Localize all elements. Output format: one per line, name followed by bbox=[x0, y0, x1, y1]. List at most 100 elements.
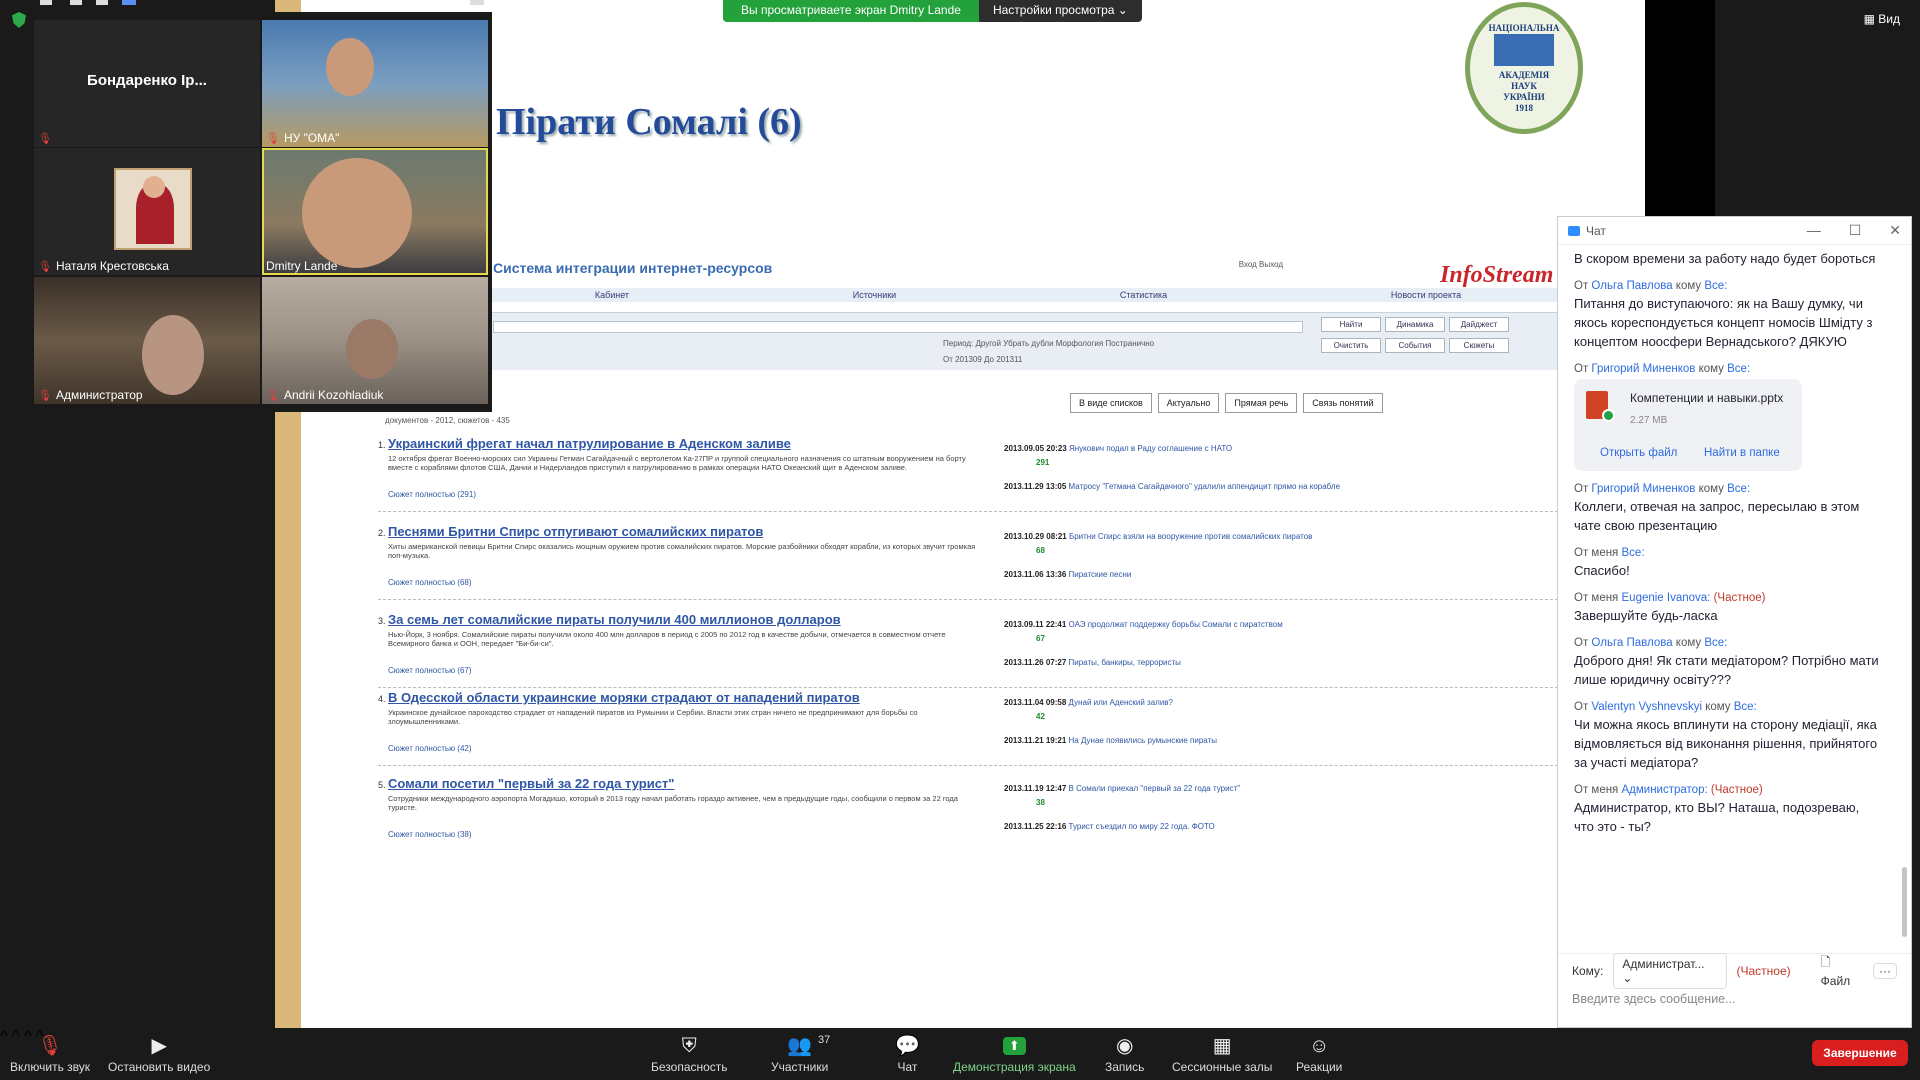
gallery-view-icon[interactable] bbox=[122, 0, 136, 5]
event-text: Янукович подал в Раду соглашение с НАТО bbox=[1068, 444, 1233, 453]
article-number: 2. bbox=[378, 528, 386, 538]
encryption-shield-icon[interactable] bbox=[12, 12, 26, 28]
event-date: 2013.11.06 13:36 bbox=[1004, 570, 1067, 579]
to-prefix: кому bbox=[1675, 637, 1702, 649]
file-icon: 🗋 bbox=[1820, 955, 1831, 969]
article-count: 67 bbox=[1036, 634, 1045, 643]
message-text: Доброго дня! Як стати медіатором? Потріб… bbox=[1574, 653, 1879, 687]
article-body: Сотрудники международного аэропорта Мога… bbox=[388, 794, 958, 812]
to-prefix: кому bbox=[1698, 363, 1724, 375]
record-label: Запись bbox=[1105, 1060, 1145, 1074]
muted-mic-icon: 🎙 bbox=[38, 260, 52, 273]
message-sender: От меня Все: bbox=[1574, 547, 1881, 559]
chat-message: От Ольга Павлова кому Все: Питання до ви… bbox=[1574, 280, 1881, 351]
show-in-folder-link[interactable]: Найти в папке bbox=[1704, 447, 1780, 459]
logo-line: НАЦІОНАЛЬНА bbox=[1488, 22, 1560, 33]
recipient-name[interactable]: Все: bbox=[1622, 547, 1645, 559]
from-prefix: От bbox=[1574, 280, 1589, 292]
message-sender: От меня Администратор: (Частное) bbox=[1574, 784, 1881, 796]
view-options-button[interactable]: Настройки просмотра ⌄ bbox=[978, 0, 1142, 22]
news-article: 5. Сомали посетил "первый за 22 года тур… bbox=[378, 776, 1558, 852]
from-prefix: От меня bbox=[1574, 547, 1619, 559]
participant-tile[interactable]: 🎙 НУ "ОМА" bbox=[262, 20, 488, 147]
article-body: Украинское дунайское пароходство страдае… bbox=[388, 708, 918, 726]
event-date: 2013.11.04 09:58 bbox=[1004, 698, 1067, 707]
article-more-link: Сюжет полностью (38) bbox=[388, 830, 472, 839]
sender-name[interactable]: Valentyn Vyshnevskyi bbox=[1591, 701, 1702, 713]
message-sender: От Григорий Миненков кому Все: bbox=[1574, 363, 1881, 375]
participant-label: Dmitry Lande bbox=[266, 259, 337, 273]
article-more-link: Сюжет полностью (42) bbox=[388, 744, 472, 753]
recipient-name[interactable]: Все: bbox=[1704, 637, 1727, 649]
search-button: Дайджест bbox=[1449, 317, 1509, 332]
news-article: 4. В Одесской области украинские моряки … bbox=[378, 690, 1558, 766]
layout-icon[interactable] bbox=[70, 0, 82, 5]
participant-tile[interactable]: Бондаренко Ір... 🎙 bbox=[34, 20, 260, 147]
participant-tile-active-speaker[interactable]: Dmitry Lande bbox=[262, 148, 488, 275]
recipient-name[interactable]: Eugenie Ivanova: bbox=[1622, 592, 1711, 604]
article-title: В Одесской области украинские моряки стр… bbox=[388, 690, 860, 705]
event-date: 2013.09.11 22:41 bbox=[1004, 620, 1067, 629]
security-button[interactable]: ⛨ Безопасность bbox=[651, 1032, 728, 1074]
end-meeting-button[interactable]: Завершение bbox=[1812, 1040, 1908, 1066]
recipient-name[interactable]: Все: bbox=[1734, 701, 1757, 713]
recipient-name[interactable]: Все: bbox=[1704, 280, 1727, 292]
message-sender: От меня Eugenie Ivanova: (Частное) bbox=[1574, 592, 1881, 604]
slide-title: Пірати Сомалі (6) bbox=[496, 101, 802, 143]
news-article: 1. Украинский фрегат начал патрулировани… bbox=[378, 436, 1558, 512]
menu-item: Новости проекта bbox=[1390, 290, 1462, 300]
breakout-rooms-button[interactable]: ▦ Сессионные залы bbox=[1172, 1032, 1272, 1074]
view-button[interactable]: ▦ Вид bbox=[1864, 12, 1900, 26]
file-button[interactable]: 🗋 Файл bbox=[1821, 953, 1863, 988]
menu-item: Статистика bbox=[1119, 290, 1168, 300]
share-screen-button[interactable]: ⬆ Демонстрация экрана bbox=[953, 1032, 1076, 1074]
recipient-name[interactable]: Администратор: bbox=[1622, 784, 1708, 796]
minimize-icon[interactable]: — bbox=[1807, 222, 1821, 239]
record-button[interactable]: ◉ Запись bbox=[1105, 1032, 1144, 1074]
participant-tile[interactable]: 🎙 Наталя Крестовська bbox=[34, 148, 260, 275]
sender-name[interactable]: Ольга Павлова bbox=[1591, 280, 1672, 292]
video-camera-icon: ▶ bbox=[151, 1035, 167, 1057]
chat-recipient-bar: Кому: Администрат... ⌄ (Частное) 🗋 Файл … bbox=[1558, 952, 1911, 989]
more-options-button[interactable]: ··· bbox=[1873, 962, 1897, 979]
sender-name[interactable]: Ольга Павлова bbox=[1591, 637, 1672, 649]
muted-mic-icon: 🎙 bbox=[266, 132, 280, 145]
chat-scrollbar[interactable] bbox=[1902, 867, 1907, 937]
participant-name-large: Бондаренко Ір... bbox=[87, 72, 207, 89]
participant-tile[interactable]: 🎙 Администратор bbox=[34, 277, 260, 404]
sender-name[interactable]: Григорий Миненков bbox=[1591, 363, 1695, 375]
open-file-link[interactable]: Открыть файл bbox=[1600, 447, 1677, 459]
maximize-icon[interactable]: ☐ bbox=[1849, 222, 1862, 239]
chat-label: Чат bbox=[897, 1060, 918, 1074]
share-arrow-icon: ⬆ bbox=[1002, 1037, 1026, 1055]
article-count: 38 bbox=[1036, 798, 1045, 807]
unmute-button[interactable]: 🎙 Включить звук bbox=[10, 1032, 90, 1074]
recipient-name[interactable]: Все: bbox=[1727, 363, 1750, 375]
participant-tile[interactable]: 🎙 Andrii Kozohladiuk bbox=[262, 277, 488, 404]
article-title: Сомали посетил "первый за 22 года турист… bbox=[388, 776, 675, 791]
photo-head bbox=[143, 176, 165, 198]
chat-message: От Valentyn Vyshnevskyi кому Все: Чи мож… bbox=[1574, 701, 1881, 772]
article-count: 68 bbox=[1036, 546, 1045, 555]
event-text: Турист съездил по миру 22 года. ФОТО bbox=[1068, 822, 1215, 831]
participant-name: Dmitry Lande bbox=[266, 259, 338, 273]
news-article: 3. За семь лет сомалийские пираты получи… bbox=[378, 612, 1558, 688]
minimize-icon[interactable] bbox=[40, 0, 52, 5]
message-input[interactable]: Введите здесь сообщение... bbox=[1572, 992, 1736, 1006]
from-prefix: От bbox=[1574, 637, 1589, 649]
sender-name[interactable]: Григорий Миненков bbox=[1591, 483, 1695, 495]
filter-buttons: В виде списков Актуально Прямая речь Свя… bbox=[1070, 393, 1383, 413]
audio-options-caret-icon[interactable]: ^ bbox=[0, 1028, 8, 1045]
event-text: ОАЭ продолжат поддержку борьбы Сомали с … bbox=[1068, 620, 1283, 629]
recipient-name[interactable]: Все: bbox=[1727, 483, 1750, 495]
stop-video-button[interactable]: ▶ Остановить видео bbox=[108, 1032, 210, 1074]
reactions-button[interactable]: ☺ Реакции bbox=[1296, 1032, 1342, 1074]
close-icon[interactable]: ✕ bbox=[1889, 222, 1901, 239]
recipient-select[interactable]: Администрат... ⌄ bbox=[1613, 952, 1727, 989]
message-sender: От Ольга Павлова кому Все: bbox=[1574, 280, 1881, 292]
chat-button[interactable]: 💬 Чат bbox=[895, 1032, 920, 1074]
expand-icon[interactable] bbox=[470, 0, 484, 5]
logo-line: НАУК bbox=[1511, 80, 1537, 91]
filter-button: В виде списков bbox=[1070, 393, 1152, 413]
speaker-view-icon[interactable] bbox=[96, 0, 108, 5]
